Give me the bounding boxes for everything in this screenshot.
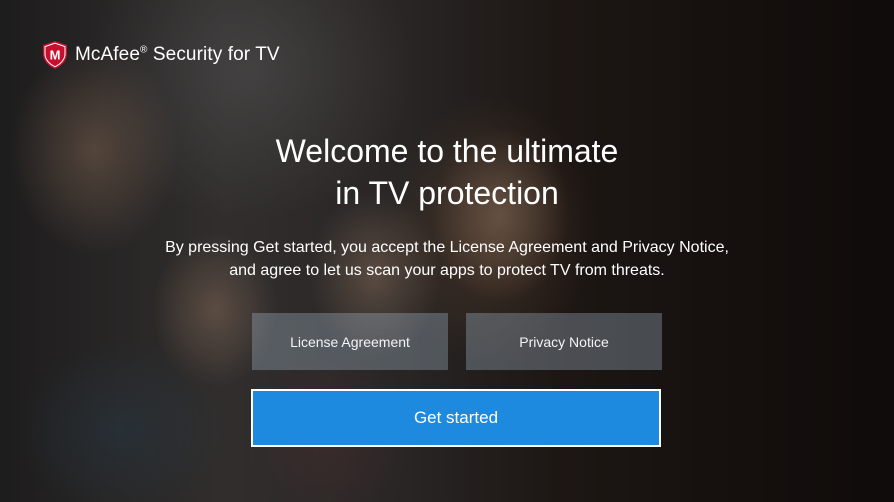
get-started-label: Get started xyxy=(413,408,499,427)
app-branding: M McAfee® Security for TV xyxy=(42,40,280,70)
get-started-button[interactable]: Get started xyxy=(251,389,661,447)
welcome-headline-line-2: in TV protection xyxy=(335,175,559,211)
welcome-headline-line-1: Welcome to the ultimate xyxy=(275,133,619,169)
consent-notice-line-1: By pressing Get started, you accept the … xyxy=(165,239,729,256)
welcome-screen: M McAfee® Security for TV Welcome to the… xyxy=(0,0,894,502)
privacy-notice-label: Privacy Notice xyxy=(519,333,609,350)
mcafee-shield-logo-icon: M xyxy=(43,41,67,69)
brand-name: McAfee xyxy=(75,44,141,65)
privacy-notice-button[interactable]: Privacy Notice xyxy=(466,313,662,370)
consent-notice-line-2: and agree to let us scan your apps to pr… xyxy=(229,262,665,279)
app-title: McAfee® Security for TV xyxy=(75,44,280,66)
license-agreement-button[interactable]: License Agreement xyxy=(252,313,448,370)
license-agreement-label: License Agreement xyxy=(290,333,410,350)
logo-letter: M xyxy=(50,48,61,63)
brand-suffix: Security for TV xyxy=(152,44,280,65)
registered-mark: ® xyxy=(140,44,148,56)
